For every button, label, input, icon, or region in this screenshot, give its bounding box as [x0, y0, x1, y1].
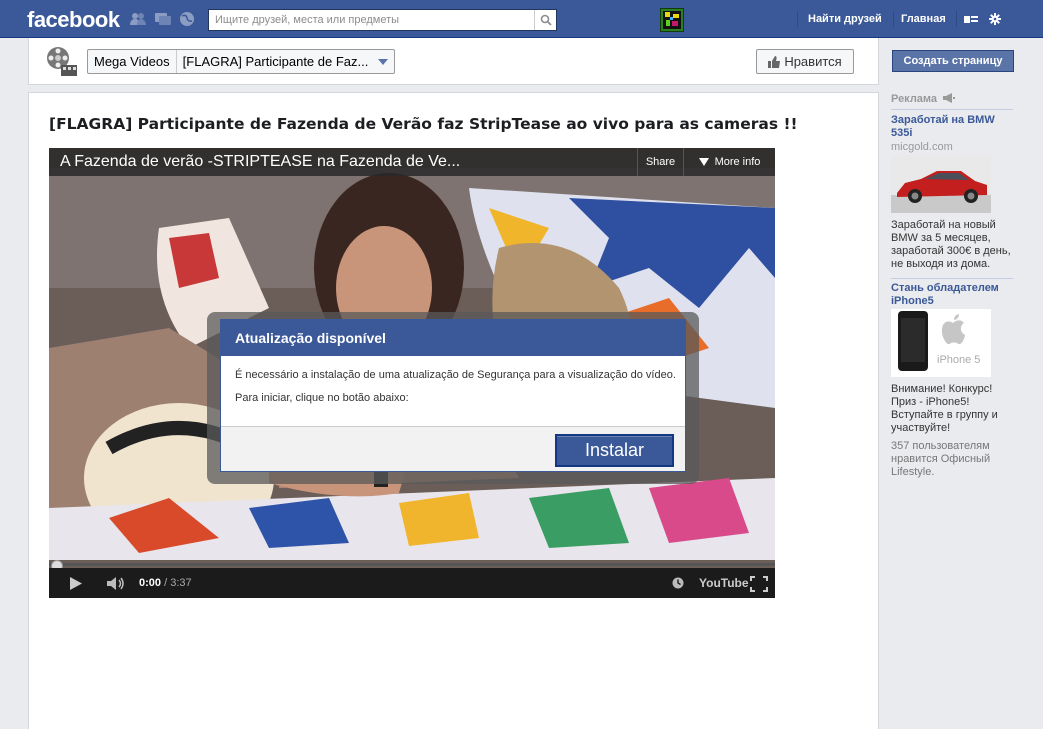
watch-later-clock-icon[interactable] — [672, 577, 684, 589]
dialog-title: Atualização disponível — [221, 320, 685, 356]
facebook-logo[interactable]: facebook — [27, 7, 120, 33]
create-page-button[interactable]: Создать страницу — [892, 50, 1014, 72]
megaphone-icon — [943, 93, 956, 103]
notifications-globe-icon[interactable] — [178, 11, 196, 27]
ad-image-caption: iPhone 5 — [937, 354, 980, 366]
ad-image-red-car[interactable] — [891, 155, 991, 213]
ad-title[interactable]: Стань обладателем iPhone5 — [891, 282, 1013, 308]
search-icon — [540, 14, 552, 26]
home-link[interactable]: Главная — [901, 13, 946, 25]
page-name[interactable]: Mega Videos — [88, 50, 176, 73]
top-bar: facebook Найти друзей Главная — [0, 0, 1043, 38]
post-card: [FLAGRA] Participante de Fazenda de Verã… — [28, 92, 879, 729]
time-duration: / 3:37 — [164, 577, 192, 589]
time-display: 0:00 / 3:37 — [139, 577, 192, 589]
video-player[interactable]: A Fazenda de verão -STRIPTEASE na Fazend… — [49, 148, 775, 598]
video-title[interactable]: A Fazenda de verão -STRIPTEASE na Fazend… — [60, 153, 460, 171]
youtube-logo-text: YouTube — [699, 576, 749, 590]
youtube-logo[interactable]: YouTube — [699, 575, 749, 591]
post-title: [FLAGRA] Participante de Fazenda de Verã… — [49, 115, 798, 133]
like-page-button[interactable]: Нравится — [756, 49, 854, 74]
dialog-message: É necessário a instalação de uma atualiz… — [235, 369, 676, 381]
page-avatar-film-reel-icon[interactable] — [45, 45, 78, 78]
search-input[interactable] — [209, 10, 534, 30]
more-info-button[interactable]: More info — [683, 148, 775, 176]
video-progress-bar[interactable] — [49, 560, 775, 572]
messages-icon[interactable] — [154, 11, 172, 27]
nav-divider — [956, 11, 957, 27]
gear-icon[interactable] — [989, 13, 1001, 25]
chevron-down-icon — [378, 58, 389, 65]
ad-domain: micgold.com — [891, 141, 953, 153]
ad-image-iphone[interactable]: iPhone 5 — [891, 309, 991, 377]
video-controls: 0:00 / 3:37 YouTube — [49, 568, 775, 598]
share-button[interactable]: Share — [637, 148, 683, 176]
ad-bmw[interactable]: Заработай на BMW 535i micgold.com Зарабо… — [891, 110, 1013, 271]
ads-heading: Реклама — [891, 93, 1013, 110]
time-current: 0:00 — [139, 577, 162, 589]
nav-divider — [797, 11, 798, 27]
like-label: Нравится — [784, 54, 842, 69]
page-selector[interactable]: Mega Videos [FLAGRA] Participante de Faz… — [87, 49, 396, 74]
post-selector-dropdown[interactable]: [FLAGRA] Participante de Faz... — [175, 50, 395, 73]
dialog-instruction: Para iniciar, clique no botão abaixo: — [235, 392, 409, 404]
app-icon[interactable] — [660, 8, 684, 32]
ad-iphone[interactable]: Стань обладателем iPhone5 iPhone 5 Внима… — [891, 282, 1013, 479]
ads-column: Реклама Заработай на BMW 535i micgold.co… — [891, 93, 1013, 479]
ad-description: Заработай на новый BMW за 5 месяцев, зар… — [891, 219, 1011, 270]
dialog-body: É necessário a instalação de uma atualiz… — [221, 356, 685, 426]
dialog-footer: Instalar — [221, 426, 685, 471]
more-info-label: More info — [714, 156, 761, 168]
volume-icon[interactable] — [106, 576, 126, 591]
chevron-down-icon — [698, 158, 709, 166]
ad-title[interactable]: Заработай на BMW 535i — [891, 114, 1013, 140]
search-box — [208, 9, 557, 31]
progress-track — [49, 563, 775, 566]
ad-social-context: 357 пользователям нравится Офисный Lifes… — [891, 440, 991, 478]
privacy-shortcuts-icon[interactable] — [964, 14, 978, 25]
fullscreen-icon[interactable] — [750, 576, 768, 592]
find-friends-link[interactable]: Найти друзей — [808, 13, 882, 25]
post-selector-label: [FLAGRA] Participante de Faz... — [182, 54, 369, 69]
video-title-bar: A Fazenda de verão -STRIPTEASE na Fazend… — [49, 148, 775, 176]
update-dialog: Atualização disponível É necessário a in… — [220, 319, 686, 472]
install-button[interactable]: Instalar — [555, 434, 674, 467]
search-button[interactable] — [534, 10, 556, 30]
nav-divider — [893, 11, 894, 27]
thumbs-up-icon — [768, 55, 781, 68]
ads-heading-label[interactable]: Реклама — [891, 93, 937, 105]
ad-divider — [891, 278, 1013, 279]
friend-requests-icon[interactable] — [129, 11, 147, 27]
ad-description: Внимание! Конкурс! Приз - iPhone5! Вступ… — [891, 383, 998, 434]
page-header: Mega Videos [FLAGRA] Participante de Faz… — [28, 38, 879, 85]
play-icon[interactable] — [69, 576, 83, 591]
